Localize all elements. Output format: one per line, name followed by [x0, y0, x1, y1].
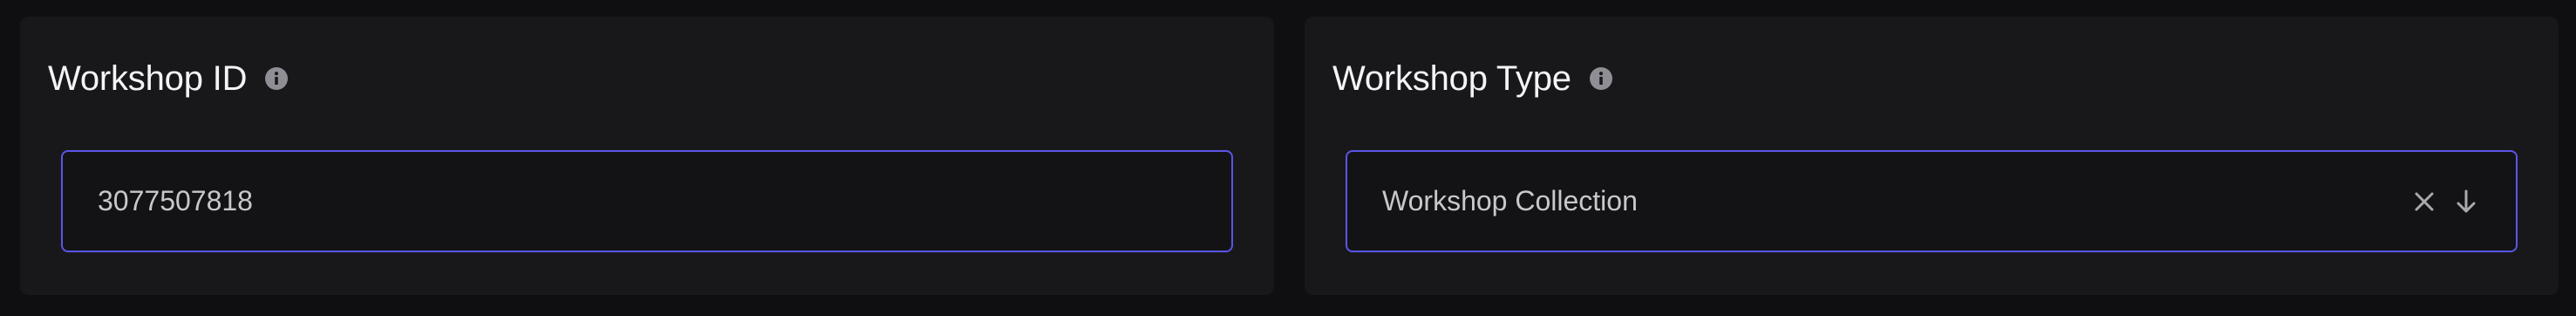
workshop-type-title: Workshop Type: [1332, 58, 1571, 98]
workshop-type-selected-value: Workshop Collection: [1382, 185, 1638, 216]
select-controls: [2409, 187, 2481, 216]
workshop-type-select[interactable]: Workshop Collection: [1346, 150, 2518, 252]
info-icon[interactable]: [264, 66, 289, 91]
settings-row: Workshop ID Workshop Type: [0, 0, 2576, 316]
workshop-type-header: Workshop Type: [1332, 41, 1613, 116]
workshop-id-input[interactable]: [98, 185, 1196, 217]
info-icon[interactable]: [1589, 66, 1613, 91]
arrow-down-icon[interactable]: [2451, 187, 2481, 216]
workshop-id-field[interactable]: [61, 150, 1233, 252]
workshop-type-panel: Workshop Type Workshop Collection: [1305, 17, 2559, 295]
close-icon[interactable]: [2409, 187, 2439, 216]
workshop-id-panel: Workshop ID: [20, 17, 1274, 295]
workshop-id-header: Workshop ID: [48, 41, 289, 116]
workshop-id-title: Workshop ID: [48, 58, 248, 98]
